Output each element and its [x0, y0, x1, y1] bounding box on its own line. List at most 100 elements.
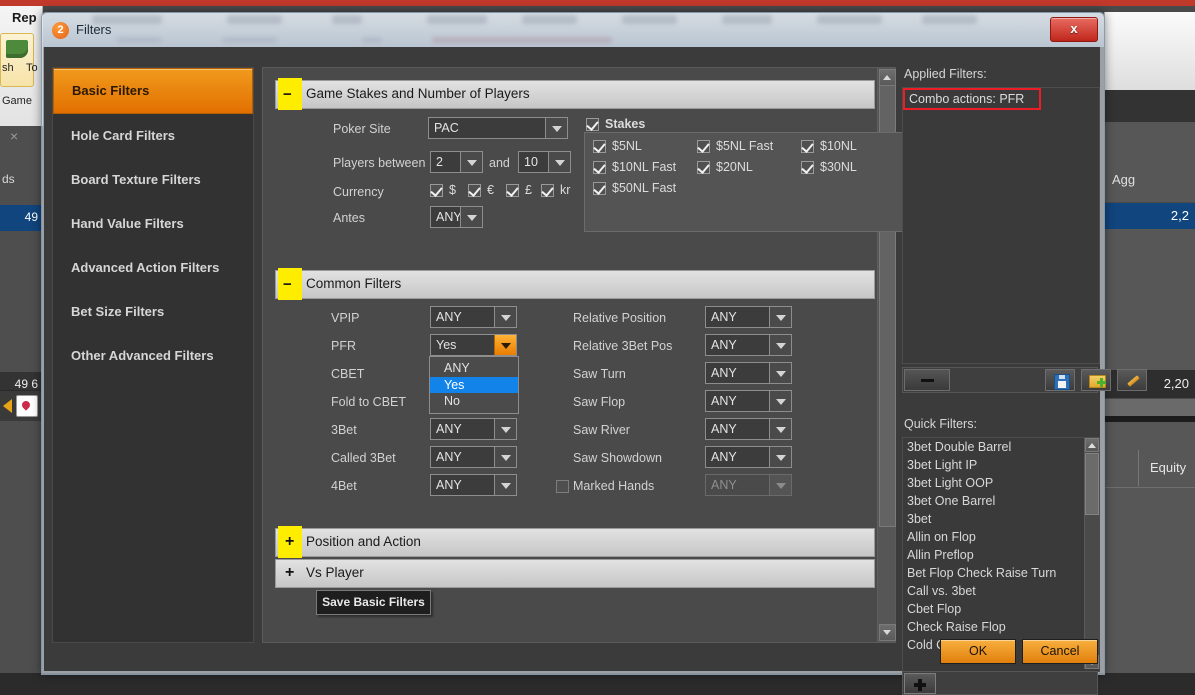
expand-icon-position-and-action[interactable]: +	[285, 533, 294, 551]
cancel-button[interactable]: Cancel	[1022, 639, 1098, 664]
ok-button[interactable]: OK	[940, 639, 1016, 664]
currency-checkbox-usd[interactable]	[430, 184, 443, 197]
section-header-common-filters[interactable]: − Common Filters	[275, 268, 875, 300]
quick-filter-item[interactable]: Call vs. 3bet	[903, 582, 1099, 600]
folder-add-icon	[1097, 378, 1106, 387]
edit-filter-button[interactable]	[1117, 369, 1147, 391]
section-header-game-stakes[interactable]: − Game Stakes and Number of Players	[275, 78, 875, 110]
save-filter-button[interactable]	[1045, 369, 1075, 391]
stakes-group-label: Stakes	[605, 117, 646, 131]
stakes-label-20nl: $20NL	[716, 160, 753, 174]
load-filter-button[interactable]	[1081, 369, 1111, 391]
chevron-down-icon[interactable]	[460, 207, 482, 227]
quick-filter-item[interactable]: 3bet	[903, 510, 1099, 528]
background-close-icon: ×	[10, 128, 19, 144]
dropdown-option-yes[interactable]: Yes	[430, 377, 518, 393]
quick-filter-item[interactable]: Cbet Flop	[903, 600, 1099, 618]
stakes-checkbox-10nl[interactable]	[801, 140, 814, 153]
quick-filter-item[interactable]: 3bet Light OOP	[903, 474, 1099, 492]
scroll-up-icon[interactable]	[879, 69, 896, 86]
stakes-checkbox-50nl-fast[interactable]	[593, 182, 606, 195]
players-max-value: 10	[524, 155, 538, 169]
sidebar-item-other-advanced-filters[interactable]: Other Advanced Filters	[53, 334, 253, 378]
background-total-value: 49 6	[14, 377, 38, 391]
dropdown-option-any[interactable]: ANY	[430, 360, 518, 377]
stakes-checkbox-5nl-fast[interactable]	[697, 140, 710, 153]
remove-filter-button[interactable]	[904, 369, 950, 391]
applied-filters-list[interactable]: Combo actions: PFR	[902, 87, 1100, 364]
scrollbar-thumb[interactable]	[1085, 453, 1099, 515]
quick-filter-item[interactable]: 3bet Light IP	[903, 456, 1099, 474]
expand-icon-vs-player[interactable]: +	[285, 564, 294, 582]
saw-showdown-select[interactable]: ANY	[705, 446, 792, 468]
currency-checkbox-kr[interactable]	[541, 184, 554, 197]
dropdown-option-no[interactable]: No	[430, 393, 518, 409]
players-max-select[interactable]: 10	[518, 151, 571, 173]
chevron-down-icon[interactable]	[769, 335, 791, 355]
called-3bet-select[interactable]: ANY	[430, 446, 517, 468]
antes-select[interactable]: ANY	[430, 206, 483, 228]
4bet-select[interactable]: ANY	[430, 474, 517, 496]
dialog-titlebar[interactable]: 2 Filters x	[42, 13, 1104, 47]
saw-river-select[interactable]: ANY	[705, 418, 792, 440]
stakes-group-checkbox[interactable]	[586, 118, 599, 131]
chevron-down-icon	[769, 475, 791, 495]
currency-checkbox-eur[interactable]	[468, 184, 481, 197]
chevron-down-icon[interactable]	[494, 475, 516, 495]
quick-filter-item[interactable]: Bet Flop Check Raise Turn	[903, 564, 1099, 582]
marked-hands-checkbox[interactable]	[556, 480, 569, 493]
chevron-down-icon[interactable]	[545, 118, 567, 138]
chevron-down-icon[interactable]	[769, 363, 791, 383]
stakes-checkbox-5nl[interactable]	[593, 140, 606, 153]
sidebar-item-board-texture-filters[interactable]: Board Texture Filters	[53, 158, 253, 202]
chevron-down-icon[interactable]	[769, 391, 791, 411]
close-icon[interactable]: x	[1050, 17, 1098, 42]
chevron-down-icon[interactable]	[494, 307, 516, 327]
chevron-down-icon[interactable]	[769, 447, 791, 467]
quick-filter-item[interactable]: Allin Preflop	[903, 546, 1099, 564]
quick-filter-item[interactable]: Allin on Flop	[903, 528, 1099, 546]
quick-filter-item[interactable]: 3bet One Barrel	[903, 492, 1099, 510]
saw-flop-select[interactable]: ANY	[705, 390, 792, 412]
sidebar-item-advanced-action-filters[interactable]: Advanced Action Filters	[53, 246, 253, 290]
saw-turn-select[interactable]: ANY	[705, 362, 792, 384]
section-header-position-and-action[interactable]: + Position and Action	[275, 526, 875, 558]
chevron-down-icon[interactable]	[494, 419, 516, 439]
save-basic-filters-button[interactable]: Save Basic Filters	[316, 590, 431, 615]
chevron-down-icon[interactable]	[548, 152, 570, 172]
background-right-chrome	[1104, 12, 1195, 90]
add-quick-filter-button[interactable]	[904, 673, 936, 694]
background-right-selected-row: 2,2	[1104, 203, 1195, 229]
applied-filter-item[interactable]: Combo actions: PFR	[905, 90, 1028, 108]
marked-hands-value: ANY	[711, 478, 737, 492]
relative-3bet-pos-select[interactable]: ANY	[705, 334, 792, 356]
currency-checkbox-gbp[interactable]	[506, 184, 519, 197]
sidebar-item-basic-filters[interactable]: Basic Filters	[53, 68, 253, 114]
chevron-down-icon[interactable]	[460, 152, 482, 172]
collapse-icon-common-filters[interactable]: −	[283, 277, 292, 292]
sidebar-item-bet-size-filters[interactable]: Bet Size Filters	[53, 290, 253, 334]
chevron-down-icon[interactable]	[769, 307, 791, 327]
chevron-down-icon[interactable]	[494, 335, 516, 355]
players-min-select[interactable]: 2	[430, 151, 483, 173]
scroll-up-icon[interactable]	[1085, 438, 1099, 452]
sidebar-item-hole-card-filters[interactable]: Hole Card Filters	[53, 114, 253, 158]
chevron-down-icon[interactable]	[769, 419, 791, 439]
pfr-dropdown-list[interactable]: ANY Yes No	[429, 356, 519, 414]
section-header-vs-player[interactable]: + Vs Player	[275, 559, 875, 588]
sidebar-item-hand-value-filters[interactable]: Hand Value Filters	[53, 202, 253, 246]
background-toolbar-tile	[0, 33, 34, 87]
vpip-select[interactable]: ANY	[430, 306, 517, 328]
dialog-body: Basic Filters Hole Card Filters Board Te…	[44, 47, 1147, 695]
stakes-checkbox-30nl[interactable]	[801, 161, 814, 174]
saw-showdown-value: ANY	[711, 450, 737, 464]
chevron-down-icon[interactable]	[494, 447, 516, 467]
relative-position-select[interactable]: ANY	[705, 306, 792, 328]
collapse-icon-game-stakes[interactable]: −	[283, 87, 292, 102]
stakes-checkbox-10nl-fast[interactable]	[593, 161, 606, 174]
poker-site-select[interactable]: PAC	[428, 117, 568, 139]
stakes-checkbox-20nl[interactable]	[697, 161, 710, 174]
3bet-select[interactable]: ANY	[430, 418, 517, 440]
pfr-select[interactable]: Yes	[430, 334, 517, 356]
quick-filter-item[interactable]: 3bet Double Barrel	[903, 438, 1099, 456]
